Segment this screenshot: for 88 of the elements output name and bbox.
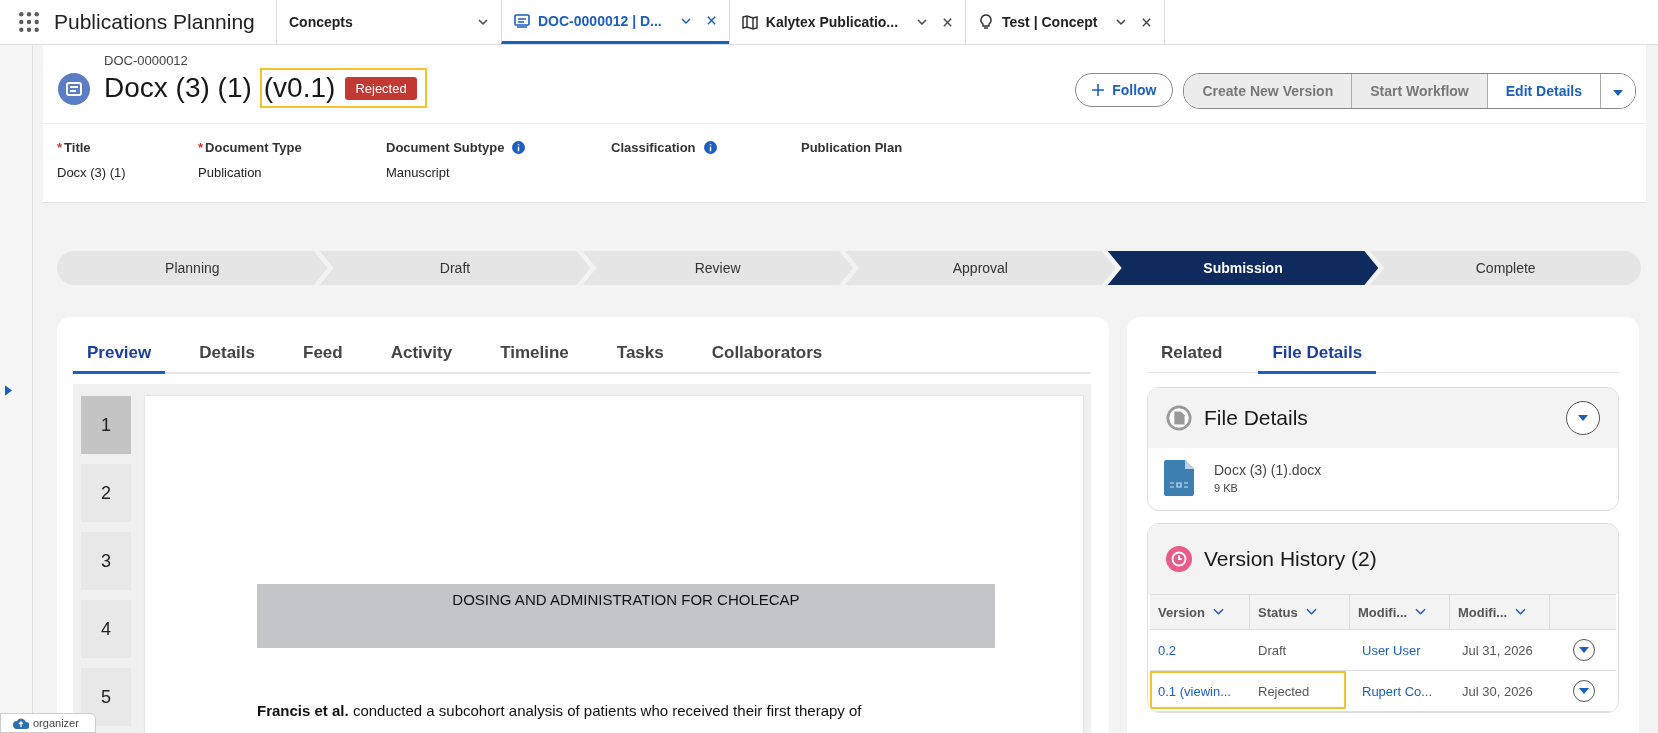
field-label: *Title xyxy=(57,140,91,155)
chevron-down-icon[interactable] xyxy=(1115,16,1128,28)
path-stage[interactable]: Complete xyxy=(1370,251,1642,285)
expand-triangle-icon[interactable] xyxy=(5,385,12,396)
lightbulb-icon xyxy=(978,14,995,30)
user-link[interactable]: User User xyxy=(1354,642,1454,658)
user-link[interactable]: Rupert Co... xyxy=(1354,683,1454,699)
action-button[interactable]: Create New Version xyxy=(1184,74,1353,108)
document-heading: DOSING AND ADMINISTRATION FOR CHOLECAP xyxy=(257,584,995,648)
chevron-down-icon[interactable] xyxy=(1305,608,1317,616)
file-icon xyxy=(1166,405,1192,431)
caret-icon xyxy=(1579,688,1589,694)
action-button[interactable]: Start Workflow xyxy=(1352,74,1488,108)
card-menu-button[interactable] xyxy=(1566,401,1600,435)
workspace-tab[interactable]: DOC-0000012 | D... xyxy=(501,0,729,44)
field-label: Publication Plan xyxy=(801,140,903,155)
record-tab[interactable]: Timeline xyxy=(486,335,583,374)
record-tab[interactable]: Tasks xyxy=(602,335,678,374)
caret-icon xyxy=(1578,415,1588,421)
file-size: 9 KB xyxy=(1214,482,1239,494)
status-badge: Rejected xyxy=(345,76,417,100)
table-cell-text: Rejected xyxy=(1257,683,1311,699)
close-icon[interactable] xyxy=(705,15,717,26)
document-paragraph: Francis et al. conducted a subcohort analysis of patients who received their first therapy of xyxy=(257,702,863,719)
page-thumbnail[interactable]: 3 xyxy=(81,532,131,590)
column-header[interactable]: Version xyxy=(1150,595,1250,629)
record-tab[interactable]: Feed xyxy=(289,335,357,374)
record-tab[interactable]: Activity xyxy=(376,335,467,374)
card-title: File Details xyxy=(1204,406,1308,430)
file-name[interactable]: Docx (3) (1).docx xyxy=(1214,462,1322,478)
app-launcher-icon[interactable] xyxy=(18,11,40,33)
plus-icon xyxy=(1092,84,1105,96)
record-tab[interactable]: Details xyxy=(185,335,269,374)
table-cell-text: Jul 30, 2026 xyxy=(1461,683,1534,699)
clock-icon xyxy=(1166,546,1192,572)
chevron-down-icon[interactable] xyxy=(1212,608,1224,616)
workspace-tab[interactable]: Test | Concept xyxy=(965,0,1166,44)
map-icon xyxy=(741,14,758,30)
workspace-tab[interactable]: Kalytex Publicatio... xyxy=(728,0,966,44)
column-header[interactable]: Status xyxy=(1250,595,1350,629)
field-value: Publication xyxy=(198,165,263,180)
info-icon[interactable] xyxy=(512,141,526,154)
field-label: *Document Type xyxy=(198,140,302,155)
column-header[interactable]: Modifi... xyxy=(1350,595,1450,629)
record-tab[interactable]: Collaborators xyxy=(697,335,837,374)
version-label: (v0.1) xyxy=(263,72,336,104)
path-stage[interactable]: Review xyxy=(582,251,853,285)
caret-icon xyxy=(1579,647,1589,653)
page-thumbnail[interactable]: 5 xyxy=(81,668,131,726)
chevron-down-icon[interactable] xyxy=(1515,608,1527,616)
field-value: Manuscript xyxy=(386,165,451,180)
close-icon[interactable] xyxy=(942,16,954,28)
info-icon[interactable] xyxy=(703,141,717,154)
panel-tab[interactable]: File Details xyxy=(1258,335,1377,374)
page-thumbnail[interactable]: 4 xyxy=(81,600,131,658)
chevron-down-icon[interactable] xyxy=(916,16,929,28)
caret-icon xyxy=(1613,90,1623,96)
page-thumbnail[interactable]: 2 xyxy=(81,464,131,522)
version-link[interactable]: 0.1 (viewin... xyxy=(1152,683,1252,699)
record-tab[interactable]: Preview xyxy=(73,335,166,374)
card-title: Version History (2) xyxy=(1204,547,1377,571)
chevron-down-icon[interactable] xyxy=(1415,608,1427,616)
field-label: Document Subtype xyxy=(386,140,505,155)
path-stage[interactable]: Submission xyxy=(1107,251,1379,285)
record-title: Docx (3) (1) xyxy=(104,72,252,104)
panel-tab[interactable]: Related xyxy=(1147,335,1237,374)
table-cell-text: Jul 31, 2026 xyxy=(1461,642,1534,658)
follow-button[interactable]: Follow xyxy=(1075,73,1174,107)
version-link[interactable]: 0.2 xyxy=(1152,642,1252,658)
path-stage[interactable]: Planning xyxy=(57,251,328,285)
field-value: Docx (3) (1) xyxy=(57,165,127,180)
close-icon[interactable] xyxy=(1141,16,1153,28)
document-icon xyxy=(514,12,530,29)
row-menu-button[interactable] xyxy=(1573,639,1595,661)
organizer-badge[interactable]: organizer xyxy=(0,713,96,733)
table-cell-text: Draft xyxy=(1257,642,1288,658)
app-name: Publications Planning xyxy=(54,9,256,35)
row-menu-button[interactable] xyxy=(1573,680,1595,702)
record-icon xyxy=(58,73,90,105)
path-stage[interactable]: Draft xyxy=(319,251,591,285)
path-stage[interactable]: Approval xyxy=(845,251,1116,285)
page-thumbnail[interactable]: 1 xyxy=(81,396,131,454)
record-id: DOC-0000012 xyxy=(104,53,189,68)
upload-cloud-icon xyxy=(13,717,29,729)
column-header[interactable]: Modifi... xyxy=(1450,595,1550,629)
chevron-down-icon[interactable] xyxy=(477,16,489,28)
field-label: Classification xyxy=(611,140,696,155)
doc-file-icon xyxy=(1164,460,1194,496)
